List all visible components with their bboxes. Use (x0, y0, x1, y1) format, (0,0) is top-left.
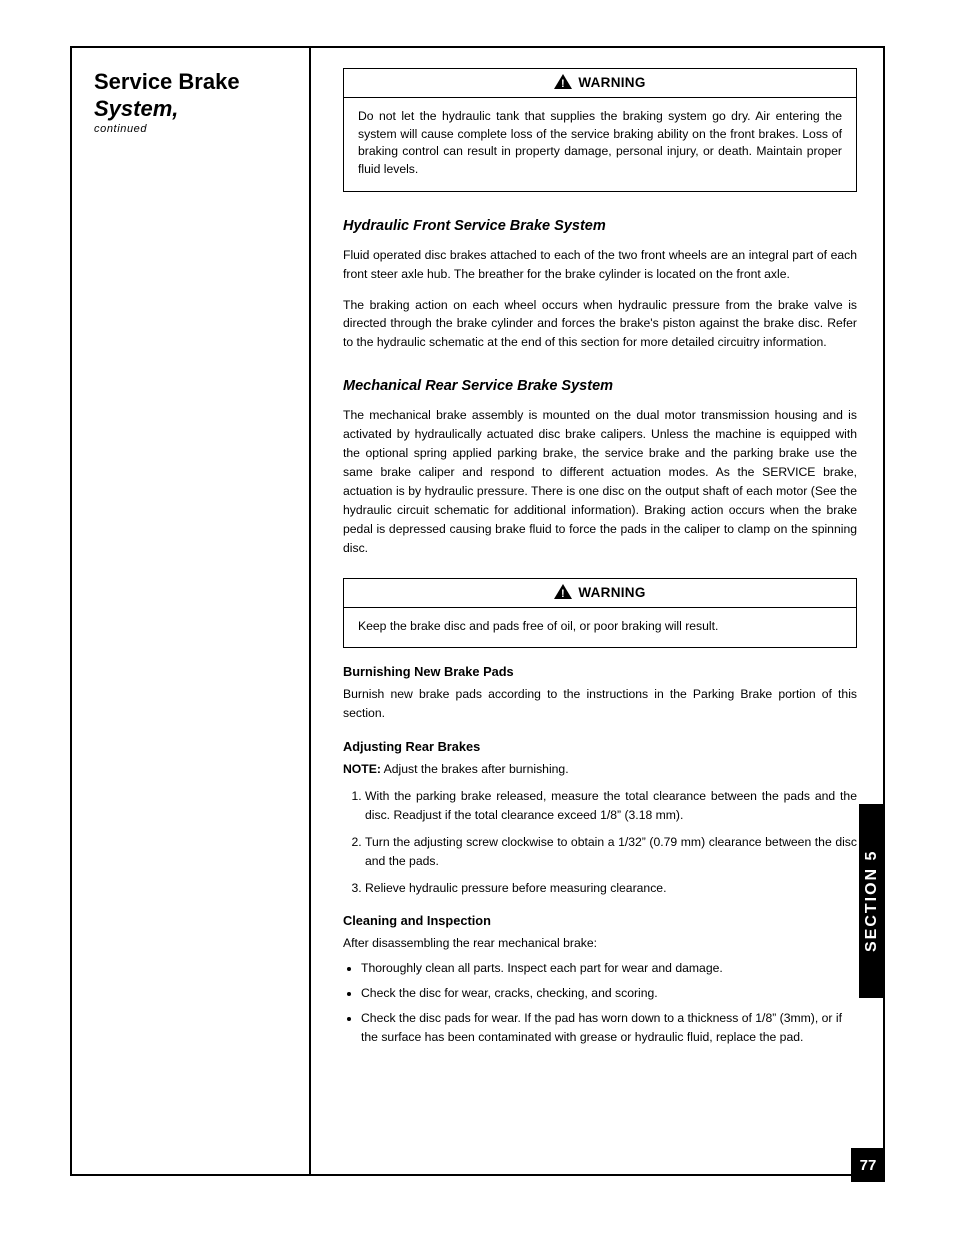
sidebar: Service Brake System, continued (72, 48, 309, 135)
heading-hydraulic: Hydraulic Front Service Brake System (343, 218, 857, 234)
subhead-cleaning: Cleaning and Inspection (343, 913, 857, 928)
page-frame: Service Brake System, continued SECTION … (70, 46, 885, 1176)
sidebar-title-line2: System, (94, 97, 293, 120)
steps-adjust: With the parking brake released, measure… (365, 787, 857, 898)
subhead-adjust: Adjusting Rear Brakes (343, 739, 857, 754)
sidebar-subtitle: continued (94, 123, 293, 135)
para-cleaning-intro: After disassembling the rear mechanical … (343, 934, 857, 953)
warning-icon: ! (554, 584, 572, 602)
warning-body: Do not let the hydraulic tank that suppl… (344, 98, 856, 191)
warning-box-hydraulic: ! WARNING Do not let the hydraulic tank … (343, 68, 857, 192)
para-hydraulic-1: Fluid operated disc brakes attached to e… (343, 246, 857, 284)
warning-label-2: WARNING (578, 585, 645, 600)
heading-mechanical: Mechanical Rear Service Brake System (343, 378, 857, 394)
para-mechanical-1: The mechanical brake assembly is mounted… (343, 406, 857, 557)
warning-header: ! WARNING (344, 69, 856, 98)
bullet-2: Check the disc for wear, cracks, checkin… (361, 984, 857, 1003)
warning-label: WARNING (578, 75, 645, 90)
note-label: NOTE: (343, 762, 381, 776)
warning-box-mechanical: ! WARNING Keep the brake disc and pads f… (343, 578, 857, 649)
para-hydraulic-2: The braking action on each wheel occurs … (343, 296, 857, 353)
svg-text:!: ! (561, 588, 565, 599)
bullets-cleaning: Thoroughly clean all parts. Inspect each… (361, 959, 857, 1047)
subhead-burnish: Burnishing New Brake Pads (343, 664, 857, 679)
note-body: Adjust the brakes after burnishing. (384, 762, 569, 776)
note-adjust: NOTE: Adjust the brakes after burnishing… (343, 760, 857, 779)
step-2: Turn the adjusting screw clockwise to ob… (365, 833, 857, 871)
sidebar-title-line1: Service Brake (94, 70, 293, 93)
warning-body-2: Keep the brake disc and pads free of oil… (344, 608, 856, 648)
warning-icon: ! (554, 74, 572, 92)
svg-text:!: ! (561, 78, 565, 89)
page-number-value: 77 (860, 1157, 877, 1174)
bullet-1: Thoroughly clean all parts. Inspect each… (361, 959, 857, 978)
main-column: ! WARNING Do not let the hydraulic tank … (309, 48, 885, 1053)
step-1: With the parking brake released, measure… (365, 787, 857, 825)
para-burnish: Burnish new brake pads according to the … (343, 685, 857, 723)
step-3: Relieve hydraulic pressure before measur… (365, 879, 857, 898)
bullet-3: Check the disc pads for wear. If the pad… (361, 1009, 857, 1047)
warning-header-2: ! WARNING (344, 579, 856, 608)
page-number: 77 (851, 1148, 885, 1182)
